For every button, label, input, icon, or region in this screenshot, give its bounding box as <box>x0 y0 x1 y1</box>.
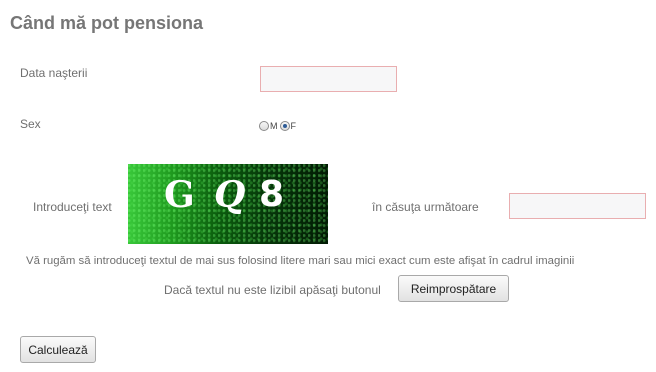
captcha-input[interactable] <box>509 193 646 219</box>
sex-radio-f-label: F <box>290 121 297 131</box>
birth-date-label: Data naşterii <box>20 66 88 80</box>
calculate-button[interactable]: Calculează <box>20 336 96 363</box>
captcha-char: G <box>164 174 195 216</box>
refresh-hint: Dacă textul nu este lizibil apăsaţi buto… <box>164 283 381 297</box>
captcha-char: 8 <box>259 174 285 215</box>
captcha-box-label: în căsuţa următoare <box>372 200 479 214</box>
page-title: Când mă pot pensiona <box>10 13 204 33</box>
sex-radio-group: M F <box>259 121 298 131</box>
captcha-intro-label: Introduceţi text <box>33 200 112 214</box>
sex-radio-m-label: M <box>270 121 278 131</box>
retirement-calculator-form: Când mă pot pensiona Data naşterii Sex M… <box>0 0 656 372</box>
refresh-captcha-button[interactable]: Reimprospătare <box>398 275 509 302</box>
captcha-instructions: Vă rugăm să introduceţi textul de mai su… <box>26 255 575 267</box>
sex-radio-m[interactable] <box>259 121 269 131</box>
sex-label: Sex <box>20 117 41 131</box>
birth-date-input[interactable] <box>260 66 397 92</box>
captcha-image: G Q 8 <box>128 164 328 244</box>
sex-radio-f[interactable] <box>279 121 290 131</box>
captcha-char: Q <box>214 174 246 216</box>
